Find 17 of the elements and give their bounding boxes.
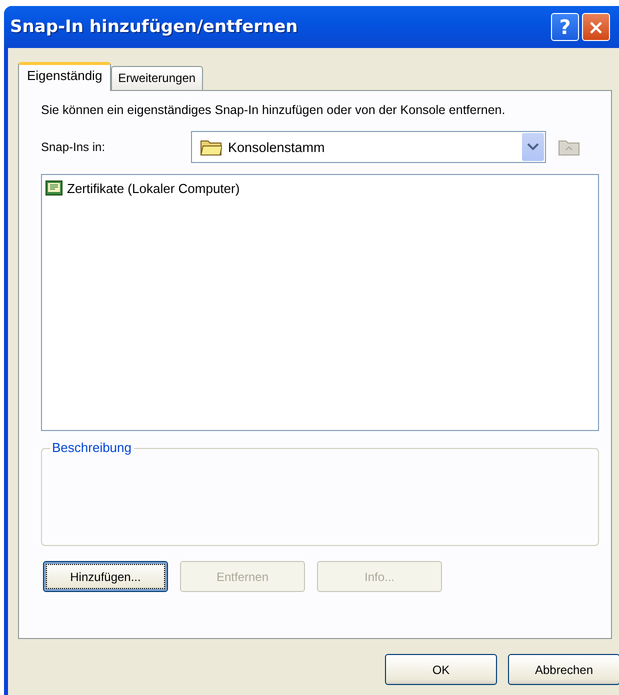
- dropdown-value: Konsolenstamm: [228, 140, 326, 154]
- add-button[interactable]: Hinzufügen...: [43, 561, 168, 592]
- certificate-icon: [45, 180, 63, 196]
- tab[interactable]: Erweiterungen: [111, 66, 203, 90]
- group-title: Beschreibung: [50, 440, 134, 455]
- ok-button[interactable]: OK: [385, 654, 497, 685]
- folder-icon: [200, 138, 222, 156]
- console-dropdown[interactable]: Konsolenstamm: [191, 131, 546, 163]
- window-title: Snap-In hinzufügen/entfernen: [10, 17, 299, 37]
- field-label: Snap-Ins in:: [41, 140, 106, 154]
- close-button[interactable]: ×: [582, 13, 610, 41]
- tab[interactable]: Eigenständig: [18, 62, 112, 91]
- description-text: Sie können ein eigenständiges Snap-In hinzufügen oder von der Konsole entfernen.: [41, 103, 506, 118]
- cancel-button[interactable]: Abbrechen: [508, 654, 619, 685]
- folder-up-icon[interactable]: [558, 138, 580, 156]
- list-item[interactable]: Zertifikate (Lokaler Computer): [44, 179, 241, 197]
- help-button[interactable]: ?: [551, 13, 579, 41]
